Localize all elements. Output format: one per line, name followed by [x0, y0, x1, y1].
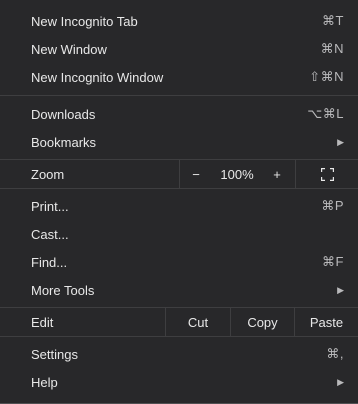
- paste-button[interactable]: Paste: [295, 308, 358, 336]
- zoom-in-button[interactable]: +: [263, 160, 291, 188]
- menu-item-find[interactable]: Find... ⌘F: [0, 249, 358, 275]
- menu-item-shortcut: ⌘T: [322, 13, 344, 28]
- menu-item-print[interactable]: Print... ⌘P: [0, 193, 358, 219]
- menu-separator: [0, 336, 358, 337]
- menu-item-label: New Window: [31, 41, 107, 57]
- menu-item-label: Bookmarks: [31, 134, 97, 150]
- submenu-arrow-icon: ▶: [337, 376, 344, 387]
- zoom-in-label: +: [273, 166, 281, 182]
- copy-label: Copy: [247, 314, 278, 330]
- menu-item-downloads[interactable]: Downloads ⌥⌘L: [0, 101, 358, 127]
- menu-item-label: Settings: [31, 346, 78, 362]
- copy-button[interactable]: Copy: [231, 308, 294, 336]
- fullscreen-icon: [320, 167, 334, 181]
- zoom-divider: [179, 160, 180, 188]
- cut-button[interactable]: Cut: [166, 308, 230, 336]
- zoom-row: Zoom − 100% +: [0, 160, 358, 188]
- menu-item-label: Find...: [31, 254, 68, 270]
- menu-item-shortcut: ⌘F: [322, 254, 344, 269]
- fullscreen-button[interactable]: [296, 160, 358, 188]
- menu-item-new-incognito-tab[interactable]: New Incognito Tab ⌘T: [0, 8, 358, 34]
- menu-item-label: Cast...: [31, 226, 69, 242]
- menu-item-settings[interactable]: Settings ⌘,: [0, 341, 358, 367]
- menu-item-label: Help: [31, 374, 58, 390]
- menu-item-shortcut: ⌘,: [326, 346, 344, 361]
- menu-item-shortcut: ⇧⌘N: [309, 69, 344, 84]
- menu-item-help[interactable]: Help ▶: [0, 369, 358, 395]
- menu-item-bookmarks[interactable]: Bookmarks ▶: [0, 129, 358, 155]
- menu-item-label: More Tools: [31, 282, 95, 298]
- menu-item-new-window[interactable]: New Window ⌘N: [0, 36, 358, 62]
- menu-item-shortcut: ⌘P: [321, 198, 344, 213]
- zoom-level: 100%: [211, 160, 263, 188]
- menu-item-label: Print...: [31, 198, 69, 214]
- browser-menu: New Incognito Tab ⌘T New Window ⌘N New I…: [0, 0, 358, 404]
- zoom-label: Zoom: [31, 166, 65, 182]
- edit-row: Edit Cut Copy Paste: [0, 308, 358, 336]
- paste-label: Paste: [309, 314, 344, 330]
- edit-label: Edit: [31, 314, 54, 330]
- zoom-out-label: −: [192, 166, 200, 182]
- zoom-out-button[interactable]: −: [181, 160, 211, 188]
- menu-item-label: New Incognito Window: [31, 69, 164, 85]
- menu-separator: [0, 95, 358, 96]
- menu-item-label: New Incognito Tab: [31, 13, 138, 29]
- menu-item-cast[interactable]: Cast...: [0, 221, 358, 247]
- submenu-arrow-icon: ▶: [337, 136, 344, 147]
- menu-item-shortcut: ⌥⌘L: [307, 106, 344, 121]
- menu-item-shortcut: ⌘N: [320, 41, 344, 56]
- menu-item-label: Downloads: [31, 106, 96, 122]
- menu-item-more-tools[interactable]: More Tools ▶: [0, 277, 358, 303]
- cut-label: Cut: [187, 314, 209, 330]
- zoom-level-value: 100%: [220, 166, 254, 182]
- menu-separator: [0, 188, 358, 189]
- menu-item-new-incognito-window[interactable]: New Incognito Window ⇧⌘N: [0, 64, 358, 90]
- submenu-arrow-icon: ▶: [337, 284, 344, 295]
